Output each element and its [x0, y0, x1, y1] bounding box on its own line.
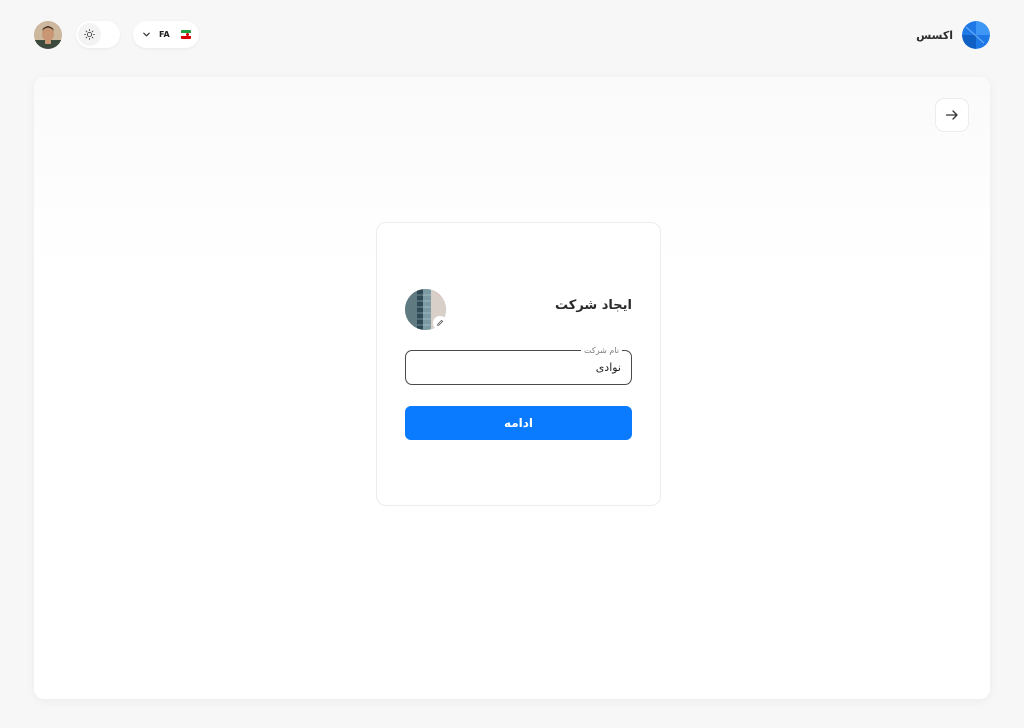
continue-button[interactable]: ادامه: [405, 406, 632, 440]
chevron-down-icon: [142, 30, 151, 39]
edit-logo-button[interactable]: [433, 316, 447, 330]
brand[interactable]: اکسس: [916, 20, 990, 50]
create-company-card: ایجاد شرکت نام شرکت نوادی ادامه: [376, 222, 661, 506]
card-title: ایجاد شرکت: [555, 298, 632, 313]
avatar[interactable]: [34, 21, 62, 49]
pencil-icon: [437, 320, 443, 326]
main-panel: ایجاد شرکت نام شرکت نوادی ادامه: [34, 77, 990, 699]
company-name-input[interactable]: [406, 351, 631, 384]
theme-toggle-knob: [78, 23, 101, 46]
theme-toggle[interactable]: [76, 21, 120, 48]
top-bar: اکسس FA: [0, 0, 1024, 70]
brand-logo: [962, 21, 990, 49]
back-button[interactable]: [935, 98, 969, 132]
language-code: FA: [159, 30, 170, 39]
iran-flag-icon: [180, 30, 191, 39]
brand-name: اکسس: [916, 28, 953, 42]
company-name-field: نام شرکت: [405, 345, 632, 385]
sun-icon: [84, 29, 95, 40]
language-select[interactable]: FA: [133, 21, 199, 48]
arrow-right-icon: [945, 110, 958, 120]
